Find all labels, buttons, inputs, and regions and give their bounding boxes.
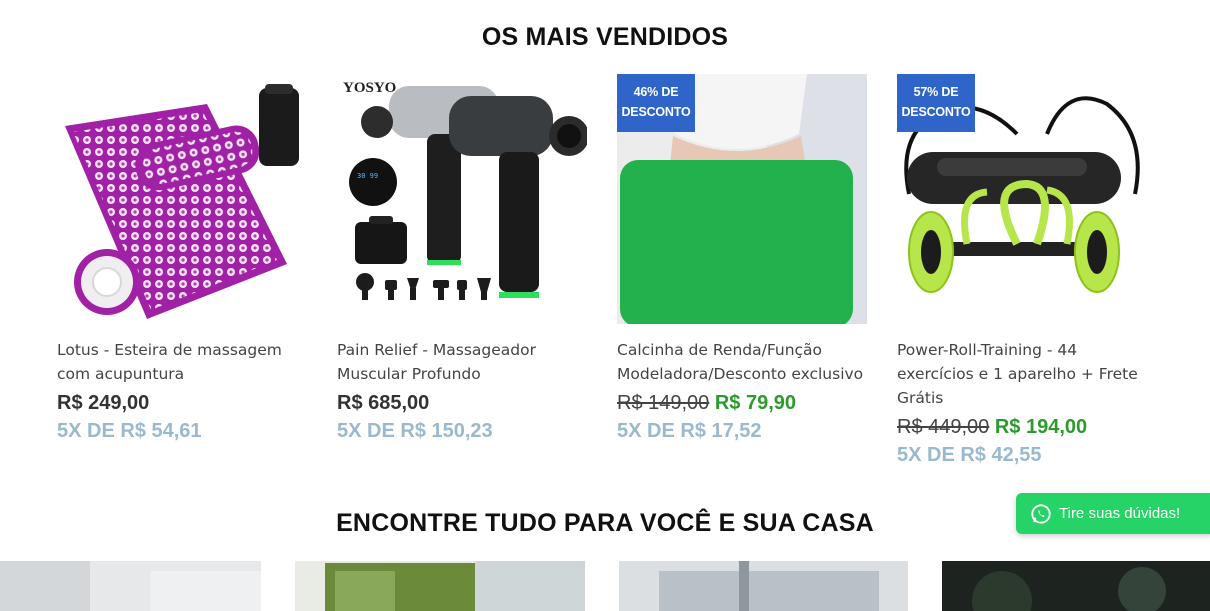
product-image[interactable]	[57, 74, 307, 324]
sale-price: R$ 194,00	[994, 416, 1088, 438]
price-row: R$ 685,00	[337, 390, 587, 416]
sale-price: R$ 79,90	[714, 392, 797, 414]
old-price: R$ 149,00	[617, 392, 710, 414]
massage-gun-image: YOSYO 30 99	[343, 80, 587, 300]
product-card[interactable]: 57% DE DESCONTO Power-Roll-Training - 44 …	[897, 74, 1147, 470]
category-image	[295, 561, 585, 611]
old-price: R$ 449,00	[897, 416, 990, 438]
product-card[interactable]: YOSYO 30 99 Pain Relief - Massageador Mu…	[337, 74, 587, 446]
installment-price: 5X DE R$ 17,52	[617, 420, 762, 442]
best-sellers-title: OS MAIS VENDIDOS	[481, 23, 729, 51]
category-image	[0, 561, 261, 611]
category-image	[942, 561, 1210, 611]
image-placeholder	[620, 160, 853, 324]
product-name[interactable]: Pain Relief - Massageador Muscular Profu…	[337, 338, 587, 386]
product-image[interactable]: YOSYO 30 99	[337, 74, 587, 324]
product-name[interactable]: Power-Roll-Training - 44 exercícios e 1 …	[897, 338, 1147, 410]
category-card[interactable]	[619, 561, 908, 611]
discount-badge: 46% DE DESCONTO	[617, 74, 695, 132]
price-row: R$ 149,00 R$ 79,90	[617, 390, 867, 416]
category-image	[619, 561, 908, 611]
product-price: R$ 685,00	[337, 392, 430, 414]
discount-badge: 57% DE DESCONTO	[897, 74, 975, 132]
product-name[interactable]: Lotus - Esteira de massagem com acupuntu…	[57, 338, 307, 386]
product-name[interactable]: Calcinha de Renda/Função Modeladora/Desc…	[617, 338, 867, 386]
svg-text:30 99: 30 99	[357, 172, 378, 180]
product-card[interactable]: Lotus - Esteira de massagem com acupuntu…	[57, 74, 307, 446]
installment-price: 5X DE R$ 54,61	[57, 420, 202, 442]
home-section-title: ENCONTRE TUDO PARA VOCÊ E SUA CASA	[336, 509, 874, 537]
installment-price: 5X DE R$ 150,23	[337, 420, 493, 442]
brand-logo: YOSYO	[343, 80, 396, 96]
product-price: R$ 249,00	[57, 392, 150, 414]
category-card[interactable]	[295, 561, 585, 611]
category-card[interactable]	[942, 561, 1210, 611]
price-row: R$ 449,00 R$ 194,00	[897, 414, 1147, 440]
acupressure-mat-image	[65, 84, 299, 319]
installment-price: 5X DE R$ 42,55	[897, 444, 1042, 466]
product-image[interactable]: 46% DE DESCONTO	[617, 74, 867, 324]
product-image[interactable]: 57% DE DESCONTO	[897, 74, 1147, 324]
product-card[interactable]: 46% DE DESCONTO Calcinha de Renda/Função …	[617, 74, 867, 446]
price-row: R$ 249,00	[57, 390, 307, 416]
category-card[interactable]	[0, 561, 261, 611]
